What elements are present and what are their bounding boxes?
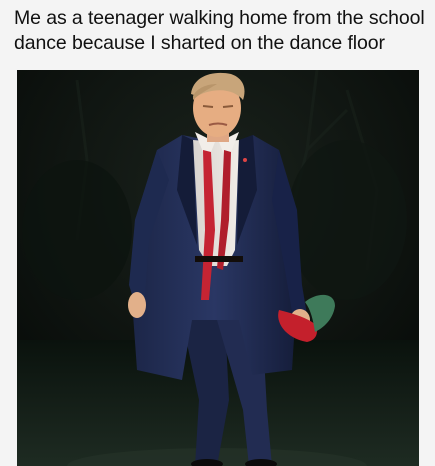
caption-line-1: Me as a teenager walking home from the s… [14, 7, 425, 29]
meme-photo [17, 70, 419, 466]
night-walk-illustration [17, 70, 419, 466]
meme-caption: Me as a teenager walking home from the s… [14, 6, 425, 56]
caption-line-2: dance because I sharted on the dance flo… [14, 32, 385, 54]
